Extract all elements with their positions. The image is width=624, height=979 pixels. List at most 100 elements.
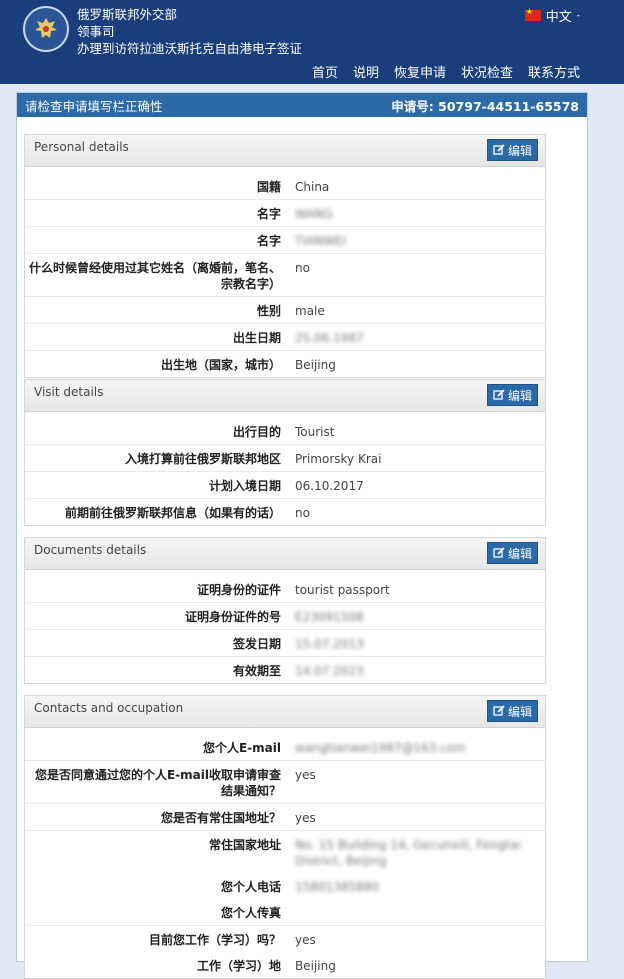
- field-label: 国籍: [256, 180, 281, 194]
- detail-row: 国籍 China: [25, 173, 545, 200]
- nav-status-check[interactable]: 状况检查: [461, 62, 513, 81]
- documents-details-section: Documents details 编辑证明身份的证件 tourist passpo…: [24, 537, 546, 684]
- field-value: yes: [295, 811, 316, 825]
- detail-row: 出行目的 Tourist: [25, 418, 545, 445]
- detail-row: 常住国家地址 No. 15 Building 14, Gecunxili, Fen…: [25, 831, 545, 873]
- field-value: 25.06.1987: [295, 331, 364, 345]
- field-value: WANG: [295, 207, 333, 221]
- edit-button-label: 编辑: [507, 704, 532, 719]
- detail-row: 名字 TIANWEI: [25, 227, 545, 254]
- field-value: 14.07.2023: [295, 664, 364, 678]
- field-label: 出生地（国家，城市）: [160, 358, 281, 372]
- section-header: Personal details 编辑: [25, 135, 545, 167]
- field-value: no: [295, 506, 310, 520]
- visit-details-section: Visit details 编辑出行目的 Tourist 入境打算前往俄罗斯联邦地区 P…: [24, 379, 546, 526]
- detail-row: 证明身份的证件 tourist passport: [25, 576, 545, 603]
- field-label: 您是否有常住国地址？: [160, 811, 281, 825]
- language-selector[interactable]: 中文 -: [524, 6, 580, 25]
- edit-icon: [493, 547, 505, 558]
- eagle-icon: [35, 18, 57, 38]
- detail-row: 入境打算前往俄罗斯联邦地区 Primorsky Krai: [25, 445, 545, 472]
- section-title: Visit details: [34, 385, 104, 399]
- edit-icon: [493, 705, 505, 716]
- nav-restore-application[interactable]: 恢复申请: [394, 62, 446, 81]
- detail-row: 名字 WANG: [25, 200, 545, 227]
- detail-row: 目前您工作（学习）吗？ yes: [25, 926, 545, 952]
- field-value: E23091508: [295, 610, 364, 624]
- panel-header: 请检查申请填写栏正确性 申请号: 50797-44511-65578: [17, 93, 587, 117]
- field-value: male: [295, 304, 325, 318]
- field-label: 名字: [256, 234, 281, 248]
- detail-row: 证明身份证件的号 E23091508: [25, 603, 545, 630]
- detail-row: 签发日期 15.07.2013: [25, 630, 545, 657]
- field-value: tourist passport: [295, 583, 390, 597]
- section-title: Personal details: [34, 140, 129, 154]
- panel-title: 请检查申请填写栏正确性: [25, 98, 163, 114]
- section-title: Documents details: [34, 543, 147, 557]
- site-title-line: 俄罗斯联邦外交部: [77, 7, 178, 22]
- nav-contacts[interactable]: 联系方式: [528, 62, 580, 81]
- detail-row: 出生地（国家，城市） Beijing: [25, 351, 545, 377]
- detail-row: 您个人E-mail wangtianwei1987@163.com: [25, 734, 545, 761]
- detail-rows: 证明身份的证件 tourist passport 证明身份证件的号 E23091508…: [25, 570, 545, 683]
- field-label: 入境打算前往俄罗斯联邦地区: [124, 452, 281, 466]
- field-label: 名字: [256, 207, 281, 221]
- field-label: 有效期至: [232, 664, 281, 678]
- field-value: [281, 899, 545, 925]
- detail-row: 有效期至 14.07.2023: [25, 657, 545, 683]
- detail-row: 您是否有常住国地址？ yes: [25, 804, 545, 831]
- edit-button-label: 编辑: [507, 546, 532, 561]
- field-value: yes: [295, 768, 316, 782]
- field-value: China: [295, 180, 330, 194]
- edit-button[interactable]: 编辑: [486, 542, 538, 564]
- section-header: Documents details 编辑: [25, 538, 545, 570]
- field-label: 性别: [256, 304, 281, 318]
- field-value: no: [295, 261, 310, 275]
- detail-row: 出生日期 25.06.1987: [25, 324, 545, 351]
- china-flag-icon: [524, 7, 541, 21]
- site-title-line: 领事司: [77, 24, 115, 39]
- field-value: Primorsky Krai: [295, 452, 382, 466]
- field-label: 什么时候曾经使用过其它姓名（离婚前，笔名、宗教名字）: [28, 261, 281, 291]
- site-title-line: 办理到访符拉迪沃斯托克自由港电子签证: [77, 41, 303, 56]
- detail-rows: 您个人E-mail wangtianwei1987@163.com 您是否同意通过您…: [25, 728, 545, 978]
- nav-instructions[interactable]: 说明: [353, 62, 379, 81]
- field-label: 签发日期: [232, 637, 281, 651]
- nav-home[interactable]: 首页: [312, 62, 338, 81]
- edit-icon: [493, 389, 505, 400]
- mfa-emblem-logo[interactable]: [23, 6, 69, 52]
- field-label: 您个人E-mail: [202, 741, 281, 755]
- field-label: 工作（学习）地: [196, 959, 281, 973]
- field-value: 06.10.2017: [295, 479, 364, 493]
- field-label: 您个人传真: [220, 906, 281, 920]
- field-value: No. 15 Building 14, Gecunxili, Fengtai D…: [295, 838, 521, 868]
- edit-button[interactable]: 编辑: [486, 700, 538, 722]
- field-value: 15801385880: [295, 880, 379, 894]
- field-label: 出行目的: [232, 425, 281, 439]
- contacts-and-occupation-section: Contacts and occupation 编辑 您个人E-mail wangti…: [24, 695, 546, 979]
- edit-icon: [493, 144, 505, 155]
- field-label: 计划入境日期: [208, 479, 281, 493]
- detail-row: 前期前往俄罗斯联邦信息（如果有的话） no: [25, 499, 545, 525]
- field-label: 出生日期: [232, 331, 281, 345]
- field-label: 您是否同意通过您的个人E-mail收取申请审查结果通知？: [34, 768, 281, 798]
- field-label: 证明身份证件的号: [184, 610, 281, 624]
- field-label: 前期前往俄罗斯联邦信息（如果有的话）: [64, 506, 281, 520]
- detail-row: 您个人传真: [25, 899, 545, 926]
- field-value: Tourist: [295, 425, 335, 439]
- field-label: 目前您工作（学习）吗？: [148, 933, 281, 947]
- detail-row: 您是否同意通过您的个人E-mail收取申请审查结果通知？ yes: [25, 761, 545, 804]
- site-title[interactable]: 俄罗斯联邦外交部 领事司 办理到访符拉迪沃斯托克自由港电子签证: [77, 6, 302, 57]
- edit-button-label: 编辑: [507, 388, 532, 403]
- field-value: Beijing: [295, 959, 336, 973]
- detail-row: 性别 male: [25, 297, 545, 324]
- field-value: Beijing: [295, 358, 336, 372]
- edit-button-label: 编辑: [507, 143, 532, 158]
- personal-details-section: Personal details 编辑国籍 China 名字 WANG 名字 TIANWEI…: [24, 134, 546, 378]
- field-value: TIANWEI: [295, 234, 347, 248]
- edit-button[interactable]: 编辑: [486, 384, 538, 406]
- detail-rows: 出行目的 Tourist 入境打算前往俄罗斯联邦地区 Primorsky Krai 计划…: [25, 412, 545, 525]
- detail-row: 什么时候曾经使用过其它姓名（离婚前，笔名、宗教名字） no: [25, 254, 545, 297]
- detail-row: 您个人电话 15801385880: [25, 873, 545, 899]
- edit-button[interactable]: 编辑: [486, 139, 538, 161]
